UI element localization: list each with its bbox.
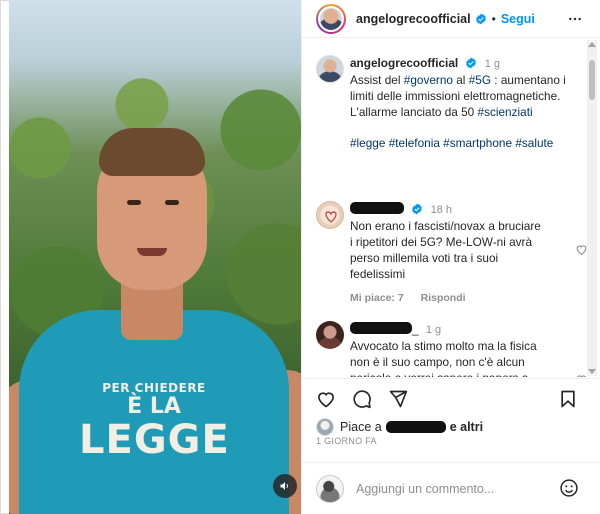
caption-hashtags: #legge #telefonia #smartphone #salute xyxy=(350,135,578,151)
verified-badge-icon xyxy=(412,203,423,215)
comment-username-fragment: _ xyxy=(412,322,419,336)
hashtag-link[interactable]: #5G xyxy=(469,73,491,87)
hashtag-link[interactable]: #governo xyxy=(404,73,453,87)
person-hair xyxy=(99,128,205,176)
caption-username[interactable]: angelogrecoofficial xyxy=(350,56,458,70)
redacted-liker-name xyxy=(385,421,446,433)
redacted-username xyxy=(350,202,404,214)
current-user-avatar[interactable] xyxy=(316,474,344,503)
save-bookmark-icon[interactable] xyxy=(558,389,578,409)
comment-text: Avvocato la stimo molto ma la fisica non… xyxy=(350,339,537,377)
comments-scroll-area[interactable]: angelogrecoofficial 1 g Assist del #gove… xyxy=(302,39,600,377)
shirt-text-line3: LEGGE xyxy=(79,417,230,463)
add-comment-bar xyxy=(302,462,600,514)
caption-text: Assist del #governo al #5G : aumentano i… xyxy=(350,72,578,120)
comment-time[interactable]: 1 g xyxy=(426,324,441,336)
caption-time[interactable]: 1 g xyxy=(485,58,500,70)
like-heart-icon[interactable] xyxy=(316,389,336,409)
hashtag-link[interactable]: #smartphone xyxy=(443,136,512,150)
hashtag-link[interactable]: #scienziati xyxy=(478,105,533,119)
post-header: angelogrecoofficial • Segui xyxy=(302,0,600,38)
scroll-up-arrow-icon[interactable] xyxy=(588,42,596,47)
comment-item: _ 1 g Avvocato la stimo molto ma la fisi… xyxy=(316,321,586,377)
person-eye-left xyxy=(127,200,141,205)
author-avatar-ring[interactable] xyxy=(316,3,346,34)
person-eye-right xyxy=(165,200,179,205)
add-comment-input[interactable] xyxy=(356,481,546,496)
more-options-icon[interactable] xyxy=(567,11,583,27)
comment-bubble-icon[interactable] xyxy=(352,389,372,409)
comments-scrollbar[interactable] xyxy=(587,40,597,376)
redacted-username xyxy=(350,322,412,334)
author-username[interactable]: angelogrecoofficial xyxy=(356,12,471,26)
follow-button[interactable]: Segui xyxy=(501,12,535,26)
comment-actions: Mi piace: 7 Rispondi xyxy=(350,290,578,306)
emoji-icon[interactable] xyxy=(559,478,579,498)
speaker-icon xyxy=(280,482,288,490)
scroll-down-arrow-icon[interactable] xyxy=(588,369,596,374)
caption: angelogrecoofficial 1 g Assist del #gove… xyxy=(316,55,578,151)
post-action-bar xyxy=(302,378,600,418)
person-mouth xyxy=(137,248,167,256)
hashtag-link[interactable]: #legge xyxy=(350,136,385,150)
author-avatar[interactable] xyxy=(318,5,344,32)
post-sidebar: angelogrecoofficial • Segui angelogrecoo… xyxy=(301,0,600,514)
audio-toggle-button[interactable] xyxy=(273,474,297,498)
post-timestamp[interactable]: 1 GIORNO FA xyxy=(316,436,377,446)
caption-avatar[interactable] xyxy=(316,55,344,83)
comment-text: Non erano i fascisti/novax a bruciare i … xyxy=(350,219,541,281)
heart-logo-icon xyxy=(325,211,337,223)
likes-summary: Piace a e altri xyxy=(316,418,596,436)
post-video[interactable]: PER CHIEDERE È LA LEGGE xyxy=(9,0,301,514)
hashtag-link[interactable]: #salute xyxy=(515,136,553,150)
commenter-avatar[interactable] xyxy=(316,321,344,349)
comment-likes-count[interactable]: Mi piace: 7 xyxy=(350,292,404,304)
hashtag-link[interactable]: #telefonia xyxy=(389,136,440,150)
verified-badge-icon xyxy=(475,13,486,24)
reply-button[interactable]: Rispondi xyxy=(421,292,466,304)
likes-prefix: Piace a xyxy=(340,420,382,434)
comment-time[interactable]: 18 h xyxy=(431,204,452,216)
caption-text-part: Assist del xyxy=(350,73,404,87)
likes-others-link[interactable]: e altri xyxy=(450,420,483,434)
header-separator: • xyxy=(491,11,496,26)
scrollbar-thumb[interactable] xyxy=(589,60,595,100)
shirt-text-line2: È LA xyxy=(127,394,181,419)
shirt-print: PER CHIEDERE È LA LEGGE xyxy=(79,382,229,460)
commenter-avatar[interactable] xyxy=(316,201,344,229)
comment-item: 18 h Non erano i fascisti/novax a brucia… xyxy=(316,201,587,306)
share-paper-plane-icon[interactable] xyxy=(388,389,408,409)
shirt-text-line1: PER CHIEDERE xyxy=(102,381,206,395)
verified-badge-icon xyxy=(466,57,477,69)
caption-text-part: al xyxy=(452,73,469,87)
liker-avatar[interactable] xyxy=(316,418,334,436)
